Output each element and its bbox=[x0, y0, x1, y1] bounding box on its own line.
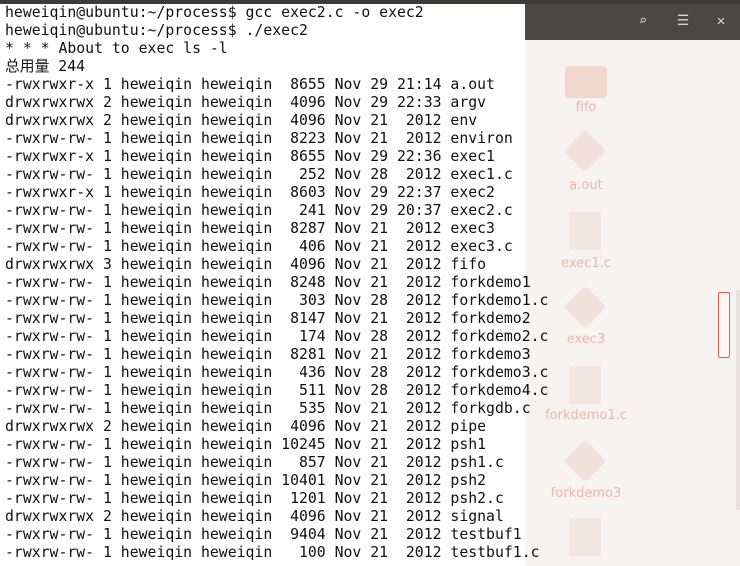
terminal-line: heweiqin@ubuntu:~/process$ ./exec2 bbox=[5, 22, 308, 39]
terminal-line: -rwxrw-rw- 1 heweiqin heweiqin 9404 Nov … bbox=[5, 526, 522, 543]
terminal-line: heweiqin@ubuntu:~/process$ gcc exec2.c -… bbox=[5, 4, 424, 21]
desktop-label-fifo: fifo bbox=[575, 100, 597, 115]
executable-icon bbox=[563, 439, 607, 483]
terminal-line: -rwxrw-rw- 1 heweiqin heweiqin 241 Nov 2… bbox=[5, 202, 513, 219]
terminal-line: -rwxrwxr-x 1 heweiqin heweiqin 8603 Nov … bbox=[5, 184, 495, 201]
terminal-line: -rwxrw-rw- 1 heweiqin heweiqin 535 Nov 2… bbox=[5, 400, 531, 417]
executable-icon bbox=[563, 129, 607, 173]
terminal-line: * * * About to exec ls -l bbox=[5, 40, 228, 57]
desktop-label-exec1-c: exec1.c bbox=[561, 256, 611, 271]
terminal-line: drwxrwxrwx 3 heweiqin heweiqin 4096 Nov … bbox=[5, 256, 487, 273]
terminal-line: -rwxrw-rw- 1 heweiqin heweiqin 303 Nov 2… bbox=[5, 292, 549, 309]
terminal-line: drwxrwxrwx 2 heweiqin heweiqin 4096 Nov … bbox=[5, 418, 487, 435]
text-file-icon bbox=[569, 212, 601, 250]
text-file-icon bbox=[569, 518, 601, 556]
window-titlebar: ⌕ ☰ ✕ bbox=[525, 4, 740, 40]
desktop-label-exec3: exec3 bbox=[566, 332, 606, 347]
terminal-line: -rwxrwxr-x 1 heweiqin heweiqin 8655 Nov … bbox=[5, 148, 495, 165]
terminal-line: -rwxrw-rw- 1 heweiqin heweiqin 8281 Nov … bbox=[5, 346, 531, 363]
terminal-line: -rwxrw-rw- 1 heweiqin heweiqin 8223 Nov … bbox=[5, 130, 513, 147]
terminal-line: 总用量 244 bbox=[5, 58, 86, 75]
desktop-label-forkdemo3: forkdemo3 bbox=[550, 486, 622, 501]
terminal-lines: heweiqin@ubuntu:~/process$ gcc exec2.c -… bbox=[5, 4, 548, 562]
desktop-label-a-out: a.out bbox=[569, 178, 603, 193]
terminal-line: -rwxrw-rw- 1 heweiqin heweiqin 1201 Nov … bbox=[5, 490, 504, 507]
folder-icon bbox=[565, 66, 607, 98]
close-icon[interactable]: ✕ bbox=[713, 13, 729, 29]
terminal-line: drwxrwxrwx 2 heweiqin heweiqin 4096 Nov … bbox=[5, 112, 478, 129]
terminal-line: -rwxrw-rw- 1 heweiqin heweiqin 252 Nov 2… bbox=[5, 166, 513, 183]
terminal-line: drwxrwxrwx 2 heweiqin heweiqin 4096 Nov … bbox=[5, 508, 504, 525]
desktop-label-forkdemo1-c: forkdemo1.c bbox=[545, 408, 627, 423]
terminal-line: -rwxrw-rw- 1 heweiqin heweiqin 436 Nov 2… bbox=[5, 364, 549, 381]
terminal-line: -rwxrw-rw- 1 heweiqin heweiqin 10401 Nov… bbox=[5, 472, 487, 489]
executable-icon bbox=[563, 285, 607, 329]
search-icon[interactable]: ⌕ bbox=[635, 13, 651, 29]
terminal-line: -rwxrw-rw- 1 heweiqin heweiqin 511 Nov 2… bbox=[5, 382, 549, 399]
terminal-line: -rwxrw-rw- 1 heweiqin heweiqin 857 Nov 2… bbox=[5, 454, 504, 471]
scrollbar-track[interactable] bbox=[736, 290, 740, 510]
terminal-line: -rwxrw-rw- 1 heweiqin heweiqin 8248 Nov … bbox=[5, 274, 531, 291]
scrollbar-handle[interactable] bbox=[718, 292, 730, 358]
terminal-line: drwxrwxrwx 2 heweiqin heweiqin 4096 Nov … bbox=[5, 94, 487, 111]
list-view-icon[interactable]: ☰ bbox=[675, 13, 691, 29]
terminal-line: -rwxrw-rw- 1 heweiqin heweiqin 406 Nov 2… bbox=[5, 238, 513, 255]
text-file-icon bbox=[569, 366, 601, 404]
desktop-background: ⌕ ☰ ✕ fifo a.out exec1.c exec3 forkdemo1… bbox=[525, 4, 740, 566]
terminal-output[interactable]: heweiqin@ubuntu:~/process$ gcc exec2.c -… bbox=[0, 4, 548, 566]
terminal-line: -rwxrw-rw- 1 heweiqin heweiqin 10245 Nov… bbox=[5, 436, 487, 453]
terminal-line: -rwxrw-rw- 1 heweiqin heweiqin 8147 Nov … bbox=[5, 310, 531, 327]
terminal-line: -rwxrw-rw- 1 heweiqin heweiqin 174 Nov 2… bbox=[5, 328, 549, 345]
terminal-line: -rwxrw-rw- 1 heweiqin heweiqin 100 Nov 2… bbox=[5, 544, 540, 561]
terminal-line: -rwxrwxr-x 1 heweiqin heweiqin 8655 Nov … bbox=[5, 76, 495, 93]
terminal-line: -rwxrw-rw- 1 heweiqin heweiqin 8287 Nov … bbox=[5, 220, 495, 237]
